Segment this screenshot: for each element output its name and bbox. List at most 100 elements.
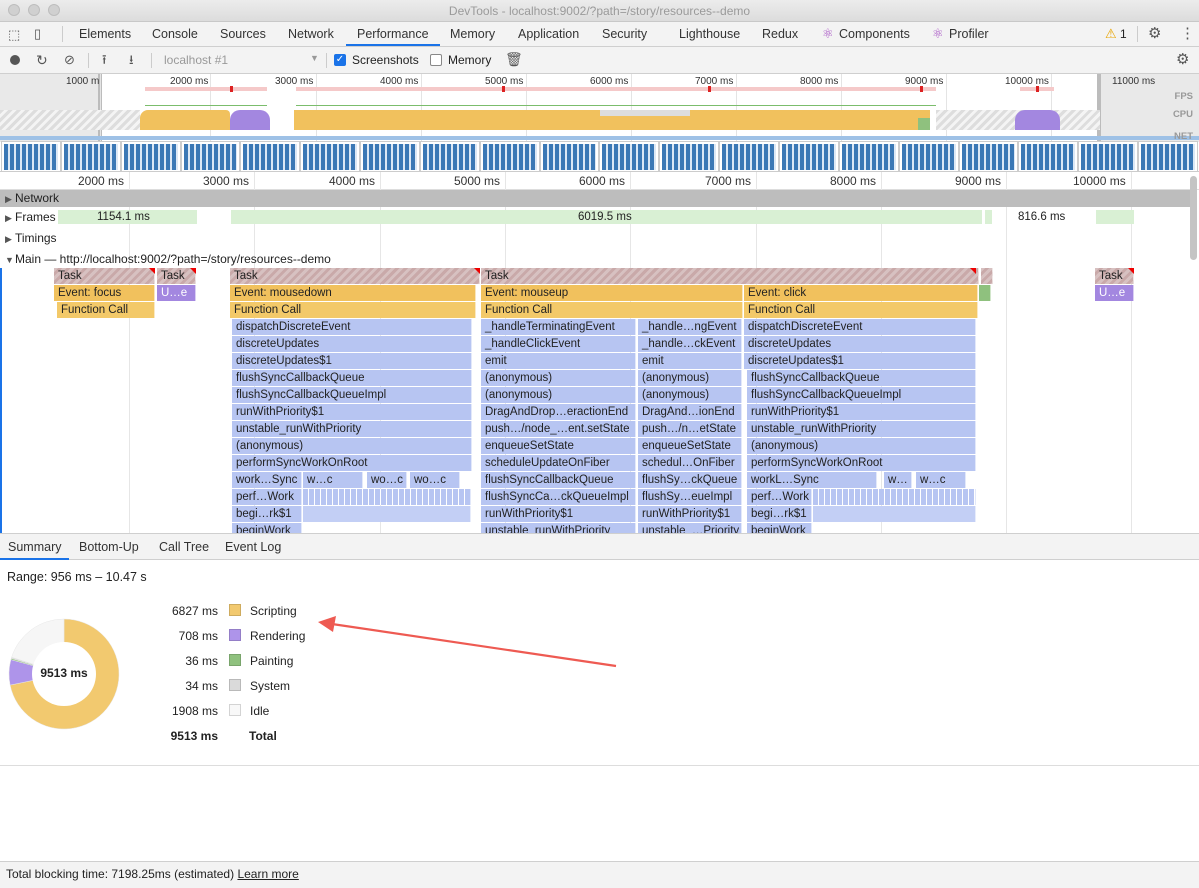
- flame-js-frame[interactable]: enqueueSetState: [638, 438, 742, 454]
- flame-js-frame[interactable]: runWithPriority$1: [481, 506, 636, 522]
- tab-redux[interactable]: Redux: [762, 22, 798, 46]
- memory-checkbox[interactable]: [430, 54, 442, 66]
- inspect-element-icon[interactable]: ⬚: [8, 28, 20, 41]
- flame-js-frame[interactable]: push…/node_…ent.setState: [481, 421, 636, 437]
- flame-function-call[interactable]: Function Call: [744, 302, 978, 318]
- flame-js-frame[interactable]: _handle…ngEvent: [638, 319, 742, 335]
- flame-function-call[interactable]: Function Call: [481, 302, 743, 318]
- flame-js-frame[interactable]: [813, 489, 976, 505]
- save-profile-icon[interactable]: ⭳: [129, 53, 134, 66]
- flame-event[interactable]: Event: focus: [54, 285, 155, 301]
- flame-js-frame[interactable]: scheduleUpdateOnFiber: [481, 455, 636, 471]
- load-profile-icon[interactable]: ⭱: [102, 53, 107, 66]
- flame-js-frame[interactable]: [303, 489, 471, 505]
- flame-task[interactable]: Task: [54, 268, 155, 284]
- flame-js-frame[interactable]: dispatchDiscreteEvent: [744, 319, 976, 335]
- flame-event[interactable]: U…e: [157, 285, 196, 301]
- flame-js-frame[interactable]: unstable_runWithPriority: [747, 421, 976, 437]
- flame-js-frame[interactable]: unstable_…Priority: [638, 523, 742, 533]
- more-options-icon[interactable]: ⋮: [1180, 26, 1195, 41]
- flame-event[interactable]: U…e: [1095, 285, 1134, 301]
- flame-task[interactable]: [981, 268, 993, 284]
- flame-js-frame[interactable]: [303, 506, 471, 522]
- tab-console[interactable]: Console: [152, 22, 198, 46]
- record-icon[interactable]: [10, 55, 20, 65]
- flame-js-frame[interactable]: begi…rk$1: [232, 506, 302, 522]
- flame-js-frame[interactable]: emit: [481, 353, 636, 369]
- flame-js-frame[interactable]: w…: [884, 472, 912, 488]
- target-select[interactable]: localhost #1 ▼: [164, 53, 320, 67]
- flame-js-frame[interactable]: beginWork: [747, 523, 812, 533]
- settings-gear-icon[interactable]: ⚙: [1148, 26, 1161, 41]
- tab-call-tree[interactable]: Call Tree: [159, 534, 209, 560]
- expand-triangle-icon[interactable]: ▶: [5, 191, 15, 208]
- flame-js-frame[interactable]: w…c: [303, 472, 363, 488]
- flame-js-frame[interactable]: performSyncWorkOnRoot: [232, 455, 472, 471]
- flame-js-frame[interactable]: work…Sync: [232, 472, 302, 488]
- tab-elements[interactable]: Elements: [79, 22, 131, 46]
- flame-js-frame[interactable]: DragAndDrop…eractionEnd: [481, 404, 636, 420]
- learn-more-link[interactable]: Learn more: [237, 867, 298, 881]
- flame-js-frame[interactable]: flushSyncCallbackQueueImpl: [232, 387, 472, 403]
- flame-event[interactable]: Event: mousedown: [230, 285, 476, 301]
- flame-js-frame[interactable]: schedul…OnFiber: [638, 455, 742, 471]
- flame-event[interactable]: Event: click: [744, 285, 978, 301]
- flame-event[interactable]: Event: mouseup: [481, 285, 743, 301]
- tab-profiler[interactable]: Profiler: [949, 22, 989, 46]
- flame-js-frame[interactable]: unstable_runWithPriority: [232, 421, 472, 437]
- tab-memory[interactable]: Memory: [450, 22, 495, 46]
- flame-js-frame[interactable]: begi…rk$1: [747, 506, 812, 522]
- flame-js-frame[interactable]: _handleTerminatingEvent: [481, 319, 636, 335]
- flame-js-frame[interactable]: (anonymous): [638, 370, 742, 386]
- flame-js-frame[interactable]: _handle…ckEvent: [638, 336, 742, 352]
- flame-js-frame[interactable]: runWithPriority$1: [638, 506, 742, 522]
- frame-bar[interactable]: [985, 210, 992, 224]
- tab-event-log[interactable]: Event Log: [225, 534, 281, 560]
- flame-js-frame[interactable]: workL…Sync: [747, 472, 877, 488]
- tab-bottom-up[interactable]: Bottom-Up: [79, 534, 139, 560]
- flame-js-frame[interactable]: dispatchDiscreteEvent: [232, 319, 472, 335]
- timings-track[interactable]: ▶ Timings: [0, 228, 1190, 248]
- flame-js-frame[interactable]: discreteUpdates$1: [232, 353, 472, 369]
- collapse-triangle-icon[interactable]: ▼: [5, 250, 15, 270]
- tab-security[interactable]: Security: [602, 22, 647, 46]
- flame-js-frame[interactable]: (anonymous): [232, 438, 472, 454]
- frame-bar[interactable]: [1096, 210, 1134, 224]
- tab-sources[interactable]: Sources: [220, 22, 266, 46]
- expand-triangle-icon[interactable]: ▶: [5, 208, 15, 228]
- tab-performance[interactable]: Performance: [346, 22, 440, 46]
- flame-task[interactable]: Task: [230, 268, 480, 284]
- flame-task[interactable]: Task: [481, 268, 979, 284]
- flame-js-frame[interactable]: flushSy…ckQueue: [638, 472, 742, 488]
- flame-js-frame[interactable]: (anonymous): [481, 387, 636, 403]
- flame-js-frame[interactable]: (anonymous): [747, 438, 976, 454]
- flame-js-frame[interactable]: flushSy…eueImpl: [638, 489, 742, 505]
- tab-summary[interactable]: Summary: [0, 534, 70, 560]
- flame-js-frame[interactable]: (anonymous): [481, 370, 636, 386]
- capture-settings-gear-icon[interactable]: ⚙: [1176, 52, 1189, 67]
- flame-js-frame[interactable]: enqueueSetState: [481, 438, 636, 454]
- main-track[interactable]: ▼Main — http://localhost:9002/?path=/sto…: [0, 249, 1190, 269]
- flame-js-frame[interactable]: flushSyncCallbackQueueImpl: [747, 387, 976, 403]
- flame-js-frame[interactable]: (anonymous): [638, 387, 742, 403]
- flame-js-frame[interactable]: flushSyncCallbackQueue: [747, 370, 976, 386]
- warning-icon[interactable]: ⚠: [1105, 27, 1117, 40]
- flame-js-frame[interactable]: beginWork: [232, 523, 302, 533]
- flame-js-frame[interactable]: wo…c: [367, 472, 407, 488]
- flame-js-frame[interactable]: emit: [638, 353, 742, 369]
- flame-js-frame[interactable]: unstable_runWithPriority: [481, 523, 636, 533]
- flame-js-frame[interactable]: w…c: [916, 472, 966, 488]
- tab-application[interactable]: Application: [518, 22, 579, 46]
- flame-js-frame[interactable]: DragAnd…ionEnd: [638, 404, 742, 420]
- network-track[interactable]: ▶ Network: [0, 190, 1190, 207]
- trash-icon[interactable]: 🗑: [505, 52, 523, 66]
- clear-icon[interactable]: ⊘: [64, 53, 75, 66]
- flame-js-frame[interactable]: wo…c: [410, 472, 460, 488]
- flame-function-call[interactable]: Function Call: [57, 302, 155, 318]
- device-toolbar-icon[interactable]: ▯: [34, 27, 41, 40]
- screenshot-filmstrip[interactable]: [0, 141, 1199, 171]
- expand-triangle-icon[interactable]: ▶: [5, 229, 15, 249]
- flame-js-frame[interactable]: runWithPriority$1: [232, 404, 472, 420]
- flame-js-frame[interactable]: [813, 506, 976, 522]
- tab-network[interactable]: Network: [288, 22, 334, 46]
